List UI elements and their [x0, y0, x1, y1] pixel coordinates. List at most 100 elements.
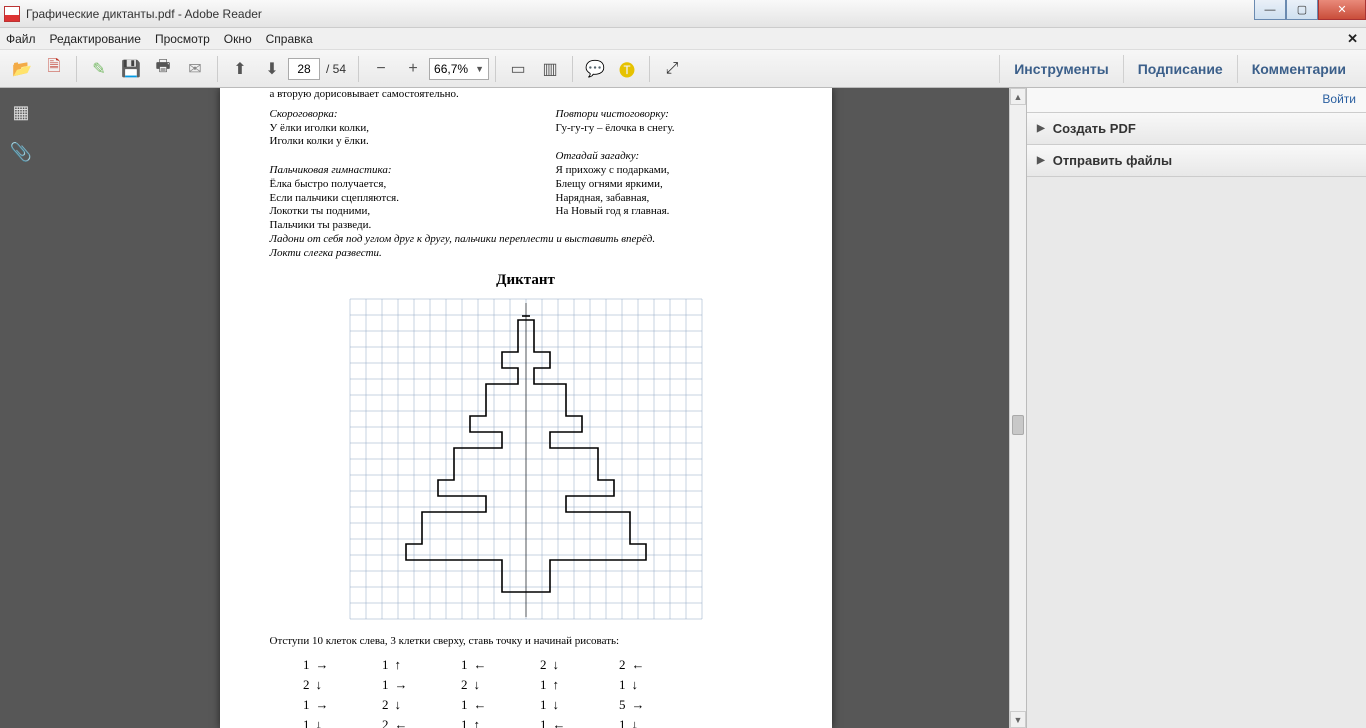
doc-text: Я прихожу с подарками,: [556, 164, 782, 178]
zoom-level-select[interactable]: 66,7% ▼: [429, 58, 489, 80]
direction-arrow-icon: →: [316, 697, 329, 713]
highlight-button[interactable]: 🅣: [613, 55, 641, 83]
panel-create-pdf[interactable]: ▶ Создать PDF: [1027, 113, 1366, 145]
direction-arrow-icon: ←: [474, 657, 487, 673]
directions-column: 1→2↓1→1↓: [298, 657, 329, 728]
close-doc-icon[interactable]: ✕: [1347, 31, 1358, 47]
separator: [572, 56, 573, 82]
doc-text: Локти слегка развести.: [270, 247, 782, 261]
direction-cell: 1↓: [298, 717, 329, 728]
direction-count: 1: [456, 697, 468, 713]
menu-help[interactable]: Справка: [266, 32, 313, 46]
direction-count: 2: [535, 657, 547, 673]
panel-create-pdf-label: Создать PDF: [1053, 121, 1136, 136]
panel-send-files-label: Отправить файлы: [1053, 153, 1172, 168]
tab-tools[interactable]: Инструменты: [999, 55, 1123, 83]
zoom-in-button[interactable]: +: [399, 55, 427, 83]
direction-count: 1: [377, 657, 389, 673]
direction-arrow-icon: ↓: [395, 697, 402, 713]
vertical-scrollbar[interactable]: ▲ ▼: [1009, 88, 1026, 728]
left-sidebar: ▦ 📎: [0, 88, 42, 728]
direction-arrow-icon: ↓: [316, 677, 323, 693]
doc-text: Ёлка быстро получается,: [270, 178, 496, 192]
minimize-button[interactable]: —: [1254, 0, 1286, 20]
scroll-down-icon[interactable]: ▼: [1010, 711, 1026, 728]
direction-cell: 1→: [377, 677, 408, 693]
direction-cell: 1↓: [614, 677, 645, 693]
page-total-label: / 54: [326, 62, 346, 76]
read-mode-button[interactable]: ⤢: [658, 55, 686, 83]
doc-instruction: Отступи 10 клеток слева, 3 клетки сверху…: [270, 635, 782, 649]
direction-arrow-icon: →: [632, 697, 645, 713]
direction-arrow-icon: ←: [632, 657, 645, 673]
main-area: ▦ 📎 а вторую дорисовывает самостоятельно…: [0, 88, 1366, 728]
scroll-up-icon[interactable]: ▲: [1010, 88, 1026, 105]
direction-count: 2: [377, 697, 389, 713]
zoom-value: 66,7%: [434, 62, 468, 76]
direction-cell: 1↑: [535, 677, 566, 693]
scrollbar-thumb[interactable]: [1012, 415, 1024, 435]
direction-arrow-icon: ←: [395, 717, 408, 728]
direction-arrow-icon: ↓: [316, 717, 323, 728]
direction-count: 5: [614, 697, 626, 713]
direction-cell: 1←: [535, 717, 566, 728]
direction-cell: 2↓: [377, 697, 408, 713]
direction-cell: 2←: [614, 657, 645, 673]
tab-comments[interactable]: Комментарии: [1237, 55, 1360, 83]
menu-window[interactable]: Окно: [224, 32, 252, 46]
fit-width-button[interactable]: ▭: [504, 55, 532, 83]
login-link[interactable]: Войти: [1027, 88, 1366, 113]
doc-text: На Новый год я главная.: [556, 205, 782, 219]
doc-text: а вторую дорисовывает самостоятельно.: [270, 88, 782, 102]
page-number-input[interactable]: [288, 58, 320, 80]
scrollbar-track[interactable]: [1010, 105, 1026, 711]
panel-send-files[interactable]: ▶ Отправить файлы: [1027, 145, 1366, 177]
direction-count: 1: [535, 677, 547, 693]
print-button[interactable]: 🖶: [149, 55, 177, 83]
separator: [217, 56, 218, 82]
tab-sign[interactable]: Подписание: [1123, 55, 1237, 83]
add-note-button[interactable]: 💬: [581, 55, 609, 83]
doc-heading: Пальчиковая гимнастика:: [270, 164, 496, 178]
doc-heading: Скороговорка:: [270, 108, 496, 122]
maximize-button[interactable]: ▢: [1286, 0, 1318, 20]
sign-button[interactable]: ✎: [85, 55, 113, 83]
pdf-page: а вторую дорисовывает самостоятельно. Ск…: [220, 88, 832, 728]
direction-arrow-icon: ↓: [553, 657, 560, 673]
save-button[interactable]: 💾: [117, 55, 145, 83]
separator: [495, 56, 496, 82]
doc-text: Если пальчики сцепляются.: [270, 192, 496, 206]
zoom-out-button[interactable]: −: [367, 55, 395, 83]
create-pdf-button[interactable]: 🗎: [40, 55, 68, 83]
page-up-button[interactable]: ⬆: [226, 55, 254, 83]
document-viewport[interactable]: а вторую дорисовывает самостоятельно. Ск…: [42, 88, 1009, 728]
chevron-right-icon: ▶: [1037, 155, 1045, 166]
direction-count: 1: [535, 717, 547, 728]
menu-bar: Файл Редактирование Просмотр Окно Справк…: [0, 28, 1366, 50]
app-icon: [4, 6, 20, 22]
direction-arrow-icon: →: [316, 657, 329, 673]
open-file-button[interactable]: 📂: [8, 55, 36, 83]
direction-arrow-icon: ←: [553, 717, 566, 728]
directions-column: 2←1↓5→1↓: [614, 657, 645, 728]
menu-edit[interactable]: Редактирование: [50, 32, 141, 46]
document-area: а вторую дорисовывает самостоятельно. Ск…: [42, 88, 1026, 728]
fit-page-button[interactable]: ▥: [536, 55, 564, 83]
direction-arrow-icon: ↓: [632, 677, 639, 693]
close-button[interactable]: ✕: [1318, 0, 1366, 20]
page-down-button[interactable]: ⬇: [258, 55, 286, 83]
email-button[interactable]: ✉: [181, 55, 209, 83]
window-title: Графические диктанты.pdf - Adobe Reader: [26, 7, 262, 21]
separator: [76, 56, 77, 82]
attachments-icon[interactable]: 📎: [7, 138, 35, 166]
menu-file[interactable]: Файл: [6, 32, 36, 46]
thumbnails-icon[interactable]: ▦: [7, 98, 35, 126]
separator: [649, 56, 650, 82]
doc-heading: Отгадай загадку:: [556, 150, 782, 164]
direction-arrow-icon: ↑: [553, 677, 560, 693]
direction-cell: 1←: [456, 697, 487, 713]
menu-view[interactable]: Просмотр: [155, 32, 210, 46]
direction-cell: 2←: [377, 717, 408, 728]
direction-count: 1: [614, 717, 626, 728]
direction-cell: 1←: [456, 657, 487, 673]
